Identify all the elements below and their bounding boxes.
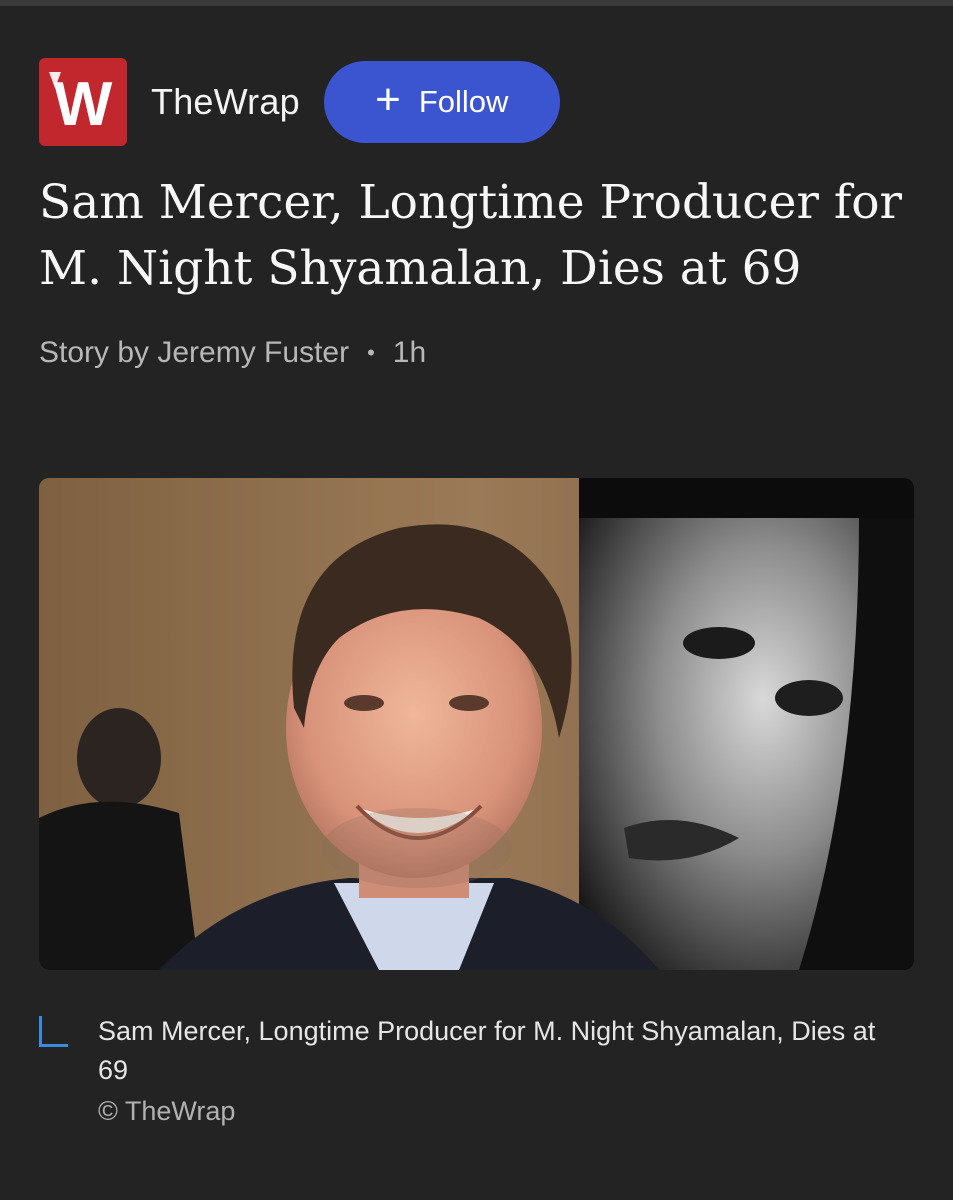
article-photo[interactable]: [39, 478, 914, 970]
thewrap-logo-mark: W: [49, 70, 113, 139]
caption-text: Sam Mercer, Longtime Producer for M. Nig…: [98, 1016, 876, 1085]
source-name[interactable]: TheWrap: [151, 81, 300, 123]
article-header: W TheWrap + Follow: [39, 58, 560, 146]
follow-label: Follow: [418, 84, 509, 119]
plus-icon: +: [375, 75, 401, 124]
svg-text:W: W: [54, 70, 113, 139]
byline-separator: •: [367, 340, 375, 365]
article-headline: Sam Mercer, Longtime Producer for M. Nig…: [39, 175, 903, 296]
byline: Story by Jeremy Fuster • 1h: [39, 336, 426, 370]
photo-illustration: [39, 478, 914, 970]
top-strip: [0, 0, 953, 6]
publish-time: 1h: [392, 336, 427, 369]
photo-credit: © TheWrap: [98, 1096, 236, 1126]
author-byline[interactable]: Story by Jeremy Fuster: [39, 336, 349, 370]
caption-corner-icon: [39, 1016, 68, 1047]
thewrap-logo[interactable]: W: [39, 58, 127, 146]
follow-button[interactable]: + Follow: [323, 61, 560, 143]
